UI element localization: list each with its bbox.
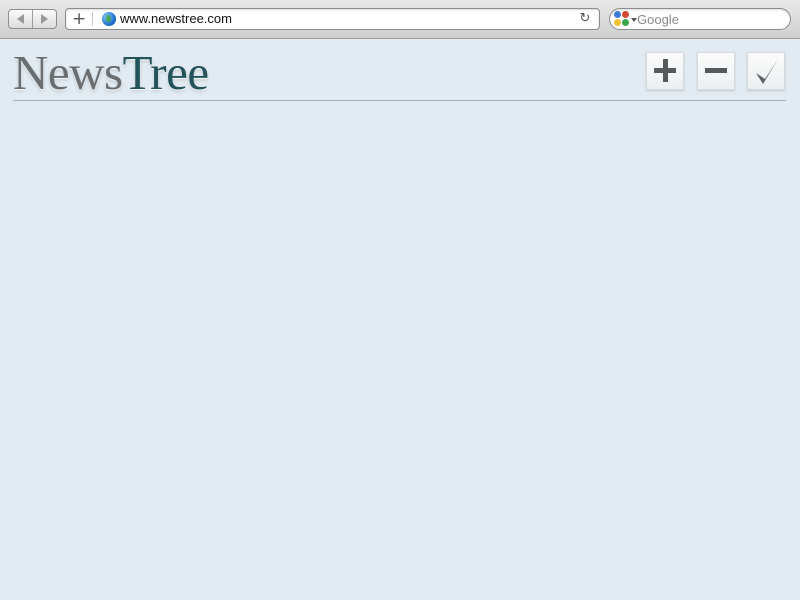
address-bar[interactable]: + www.newstree.com ↻ <box>65 8 600 30</box>
minus-icon <box>698 53 734 89</box>
search-input[interactable] <box>637 10 782 28</box>
forward-arrow-icon <box>41 14 48 24</box>
back-arrow-icon <box>17 14 24 24</box>
plus-icon <box>647 53 683 89</box>
brand-news-text: News <box>13 45 123 100</box>
browser-toolbar: + www.newstree.com ↻ <box>0 0 800 39</box>
remove-button[interactable] <box>697 52 735 90</box>
google-icon[interactable] <box>614 11 630 27</box>
done-button[interactable] <box>747 52 785 90</box>
back-button[interactable] <box>9 10 32 28</box>
checkmark-icon <box>756 59 778 84</box>
site-logo: NewsTree <box>13 44 209 102</box>
history-nav-group <box>8 9 57 29</box>
header-divider <box>13 100 786 101</box>
add-bookmark-icon[interactable]: + <box>72 9 86 29</box>
brand-tree-text: Tree <box>122 45 210 100</box>
add-button[interactable] <box>646 52 684 90</box>
forward-button[interactable] <box>32 10 56 28</box>
globe-icon <box>102 12 116 26</box>
search-bar[interactable] <box>609 8 791 30</box>
url-text[interactable]: www.newstree.com <box>120 9 232 29</box>
address-divider <box>92 12 93 26</box>
reload-icon[interactable]: ↻ <box>577 10 593 28</box>
